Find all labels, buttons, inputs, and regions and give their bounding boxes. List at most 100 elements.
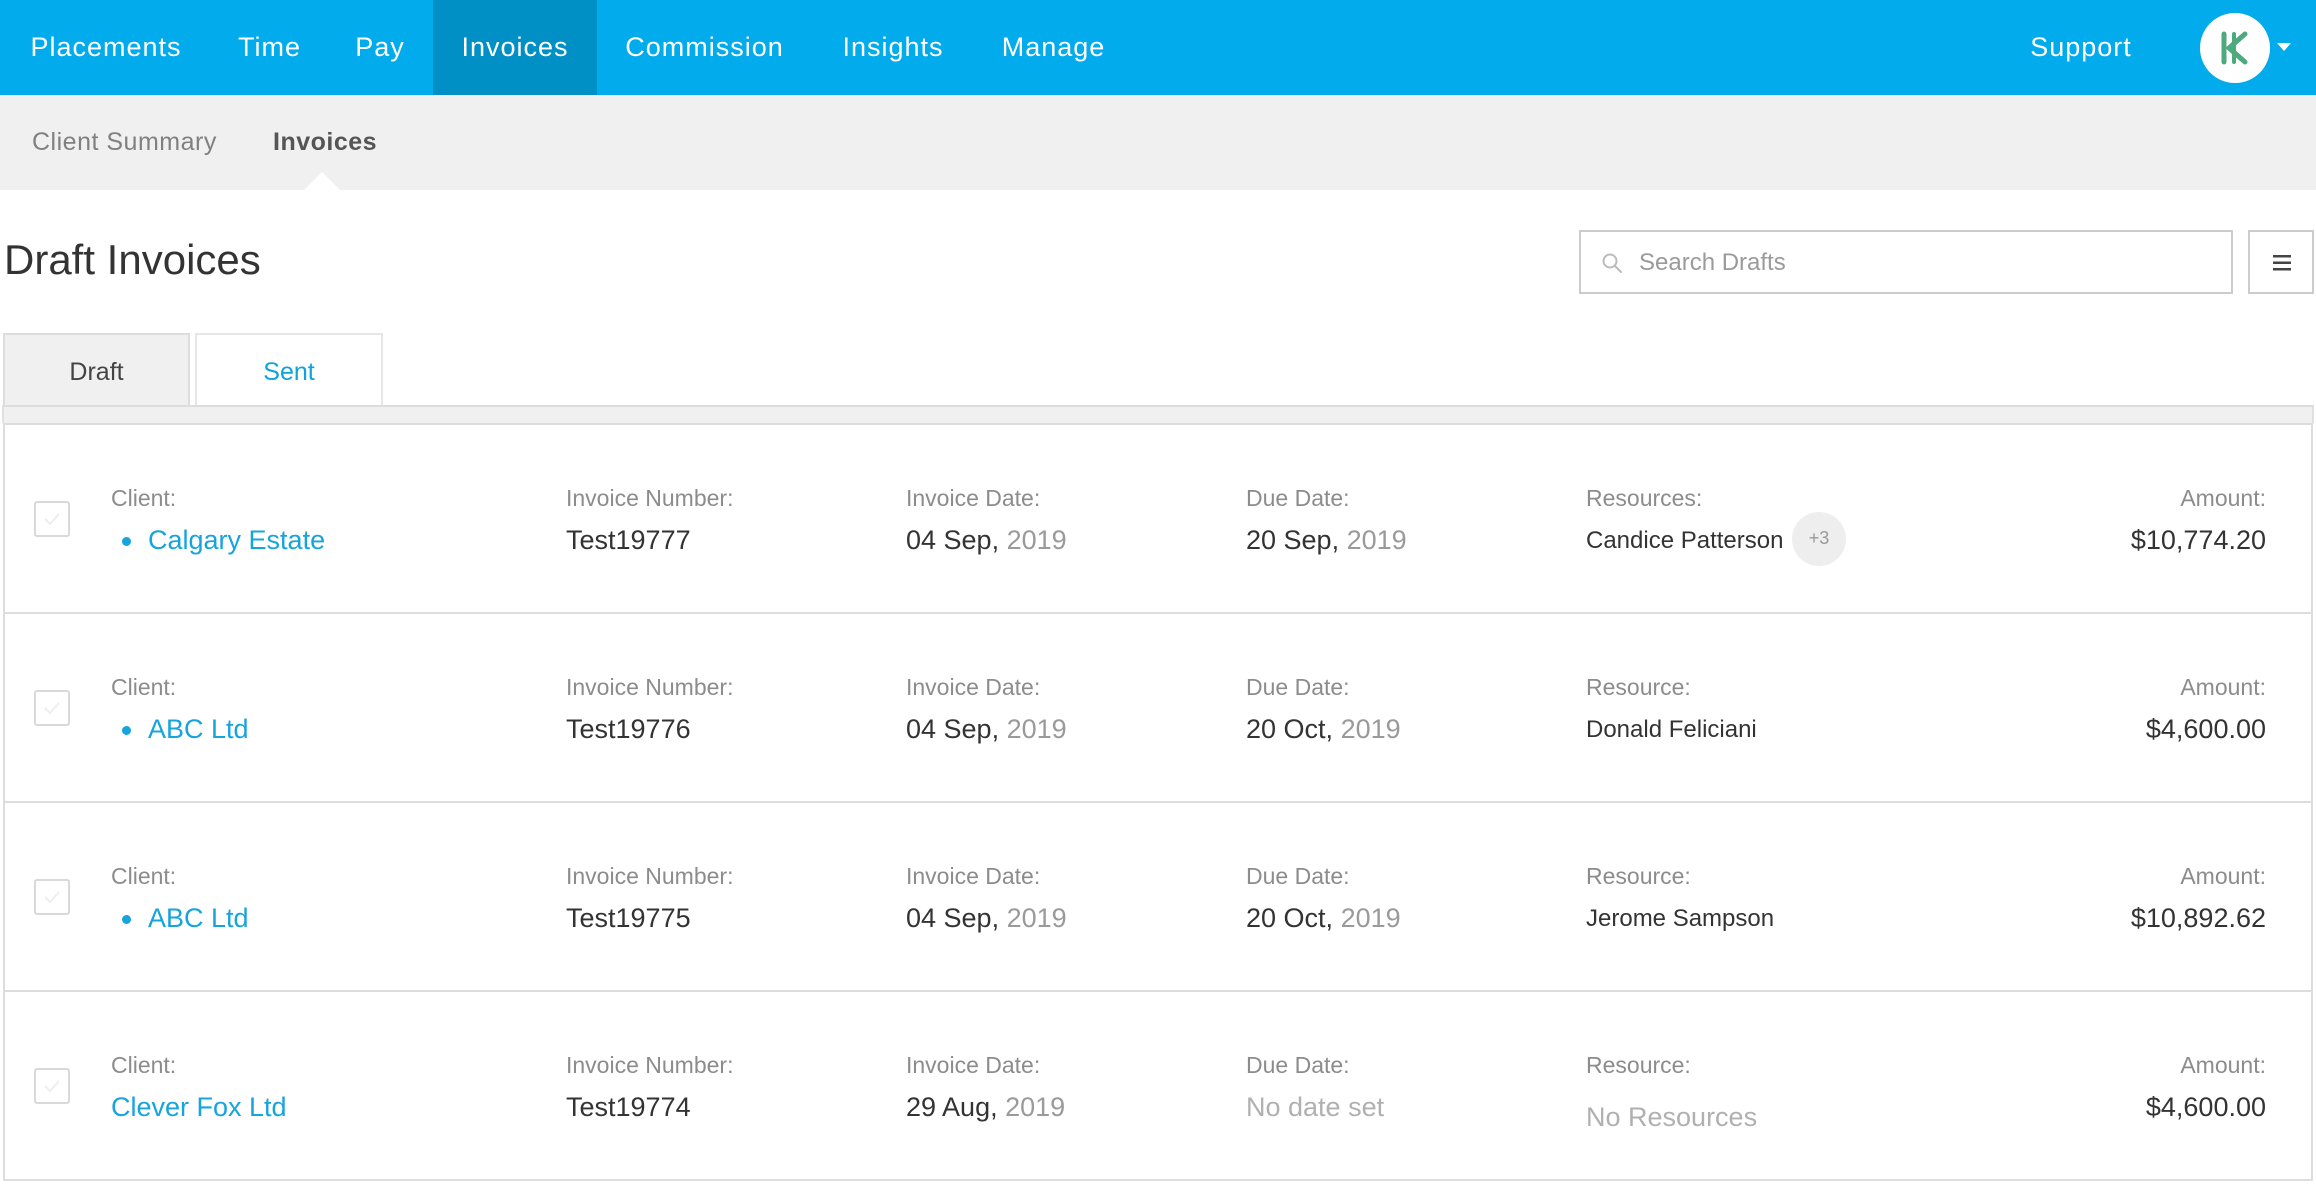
due-date-label: Due Date:	[1246, 674, 1350, 700]
resource-label: Resource:	[1586, 674, 1691, 700]
check-icon	[44, 702, 60, 715]
check-icon	[44, 1080, 60, 1093]
resource-label: Resources:	[1586, 485, 1703, 511]
amount-label: Amount:	[2180, 1052, 2266, 1078]
invoice-date-label: Invoice Date:	[906, 674, 1041, 700]
nav-item-commission[interactable]: Commission	[597, 0, 812, 95]
invoice-row[interactable]: Client: Calgary Estate Invoice Number: T…	[5, 425, 2311, 614]
amount-value: $10,892.62	[2130, 903, 2266, 933]
due-date-value: 20 Oct, 2019	[1246, 714, 1401, 745]
subnav-item-client-summary[interactable]: Client Summary	[32, 95, 217, 190]
client-status-dot	[122, 537, 131, 546]
invoice-number-value: Test19777	[566, 525, 691, 555]
invoice-date-day: 29 Aug,	[906, 1092, 998, 1122]
nav-item-invoices[interactable]: Invoices	[433, 0, 597, 95]
invoice-number-value: Test19775	[566, 903, 691, 933]
invoice-number-value: Test19776	[566, 714, 691, 744]
client-label: Client:	[111, 674, 177, 700]
nav-item-manage[interactable]: Manage	[974, 0, 1133, 95]
page-title: Draft Invoices	[4, 236, 261, 283]
tab-draft[interactable]: Draft	[3, 333, 190, 407]
top-navigation-bar: Placements Time Pay Invoices Commission …	[0, 0, 2316, 95]
nav-item-time[interactable]: Time	[212, 0, 327, 95]
tab-sent[interactable]: Sent	[195, 333, 383, 407]
row-checkbox[interactable]	[34, 501, 70, 537]
due-date-year: 2019	[1340, 714, 1401, 744]
k-logo-icon	[2221, 31, 2248, 65]
due-date-label: Due Date:	[1246, 863, 1350, 889]
invoice-date-value: 04 Sep, 2019	[906, 903, 1067, 934]
search-box[interactable]	[1579, 230, 2233, 294]
resource-name: Donald Feliciani	[1586, 716, 1757, 743]
invoice-number-label: Invoice Number:	[566, 674, 734, 700]
due-date-none: No date set	[1246, 1092, 1385, 1122]
invoice-date-value: 04 Sep, 2019	[906, 525, 1067, 556]
amount-label: Amount:	[2180, 674, 2266, 700]
nav-item-pay[interactable]: Pay	[327, 0, 433, 95]
client-status-dot	[122, 726, 131, 735]
invoice-number-label: Invoice Number:	[566, 863, 734, 889]
amount-value: $4,600.00	[2145, 1092, 2266, 1122]
amount-value: $4,600.00	[2145, 714, 2266, 744]
list-menu-button[interactable]	[2248, 230, 2314, 294]
invoice-row[interactable]: Client: ABC Ltd Invoice Number: Test1977…	[5, 614, 2311, 803]
client-link[interactable]: Clever Fox Ltd	[111, 1092, 287, 1123]
due-date-label: Due Date:	[1246, 1052, 1350, 1078]
amount-value: $10,774.20	[2130, 525, 2266, 555]
invoice-date-value: 29 Aug, 2019	[906, 1092, 1065, 1123]
sub-navigation-bar: Client Summary Invoices	[0, 95, 2316, 190]
invoice-date-label: Invoice Date:	[906, 863, 1041, 889]
invoice-date-label: Invoice Date:	[906, 485, 1041, 511]
due-date-value: 20 Oct, 2019	[1246, 903, 1401, 934]
invoice-date-label: Invoice Date:	[906, 1052, 1041, 1078]
due-date-day: 20 Oct,	[1246, 714, 1334, 744]
row-checkbox[interactable]	[34, 1068, 70, 1104]
amount-label: Amount:	[2180, 863, 2266, 889]
client-link[interactable]: ABC Ltd	[148, 714, 249, 745]
invoice-row[interactable]: Client: Clever Fox Ltd Invoice Number: T…	[5, 992, 2311, 1181]
check-icon	[44, 891, 60, 904]
due-date-value: 20 Sep, 2019	[1246, 525, 1407, 556]
due-date-day: 20 Sep,	[1246, 525, 1340, 555]
invoice-date-day: 04 Sep,	[906, 714, 1000, 744]
invoice-date-day: 04 Sep,	[906, 903, 1000, 933]
due-date-label: Due Date:	[1246, 485, 1350, 511]
caret-down-icon[interactable]	[2277, 43, 2291, 51]
invoice-date-year: 2019	[1005, 1092, 1066, 1122]
search-icon	[1602, 253, 1622, 273]
invoice-date-value: 04 Sep, 2019	[906, 714, 1067, 745]
invoice-date-year: 2019	[1006, 714, 1067, 744]
invoice-row[interactable]: Client: ABC Ltd Invoice Number: Test1977…	[5, 803, 2311, 992]
nav-item-insights[interactable]: Insights	[812, 0, 974, 95]
client-label: Client:	[111, 1052, 177, 1078]
avatar[interactable]	[2200, 13, 2270, 83]
row-checkbox[interactable]	[34, 690, 70, 726]
invoice-date-year: 2019	[1006, 903, 1067, 933]
resource-label: Resource:	[1586, 863, 1691, 889]
nav-item-placements[interactable]: Placements	[0, 0, 212, 95]
amount-label: Amount:	[2180, 485, 2266, 511]
invoice-date-year: 2019	[1006, 525, 1067, 555]
row-checkbox[interactable]	[34, 879, 70, 915]
client-link[interactable]: ABC Ltd	[148, 903, 249, 934]
client-link[interactable]: Calgary Estate	[148, 525, 325, 556]
invoice-number-label: Invoice Number:	[566, 485, 734, 511]
tab-panel-header	[2, 407, 2314, 423]
resource-label: Resource:	[1586, 1052, 1691, 1078]
client-status-dot	[122, 915, 131, 924]
search-input[interactable]	[1637, 238, 2221, 288]
invoice-list: Client: Calgary Estate Invoice Number: T…	[3, 423, 2313, 1181]
active-subnav-pointer	[304, 172, 340, 190]
due-date-day: 20 Oct,	[1246, 903, 1334, 933]
resource-name: Candice Patterson	[1586, 527, 1784, 554]
nav-item-support[interactable]: Support	[2013, 0, 2149, 95]
resource-name: Jerome Sampson	[1586, 905, 1775, 932]
no-resources-text: No Resources	[1586, 1102, 1758, 1132]
client-label: Client:	[111, 863, 177, 889]
invoice-number-value: Test19774	[566, 1092, 691, 1122]
more-resources-badge[interactable]: +3	[1792, 512, 1846, 566]
check-icon	[44, 513, 60, 526]
hamburger-menu-icon	[2273, 255, 2291, 271]
invoice-number-label: Invoice Number:	[566, 1052, 734, 1078]
client-label: Client:	[111, 485, 177, 511]
